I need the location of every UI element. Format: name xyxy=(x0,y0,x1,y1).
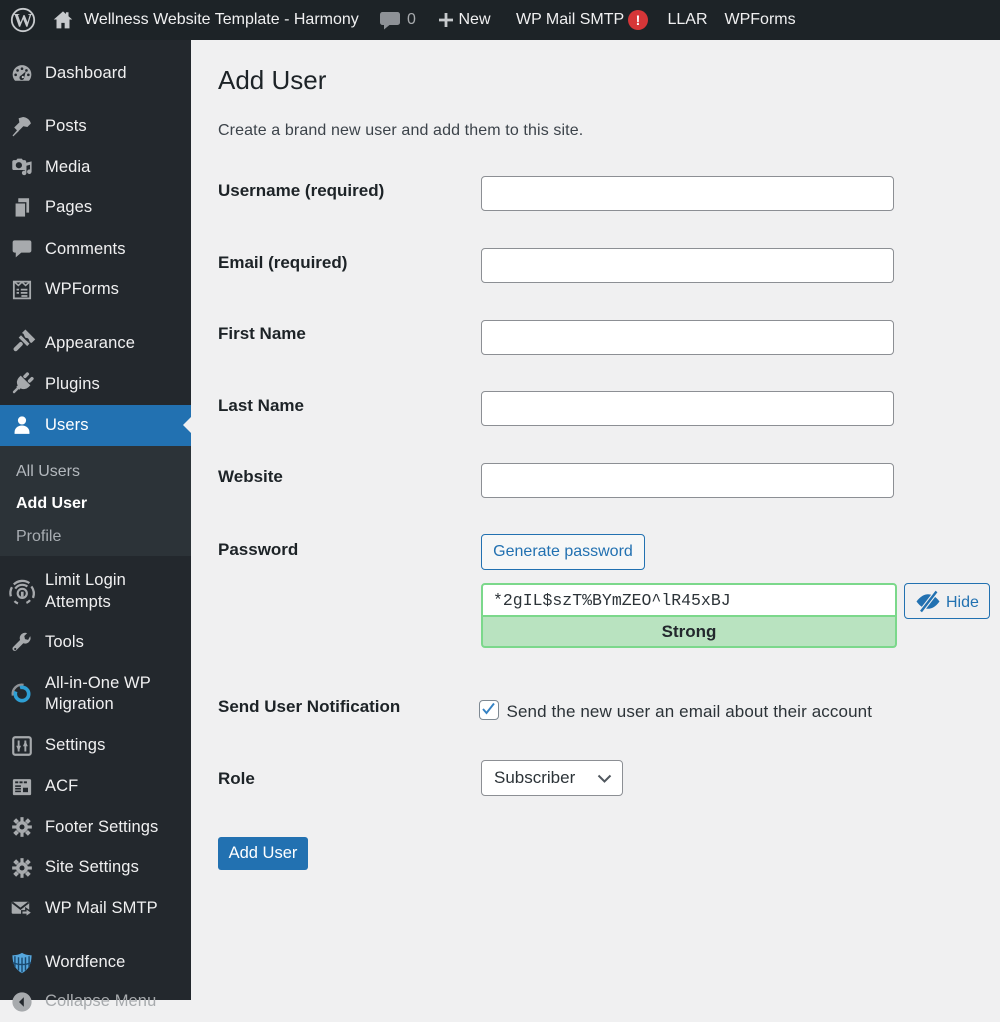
svg-text:W: W xyxy=(14,10,33,31)
